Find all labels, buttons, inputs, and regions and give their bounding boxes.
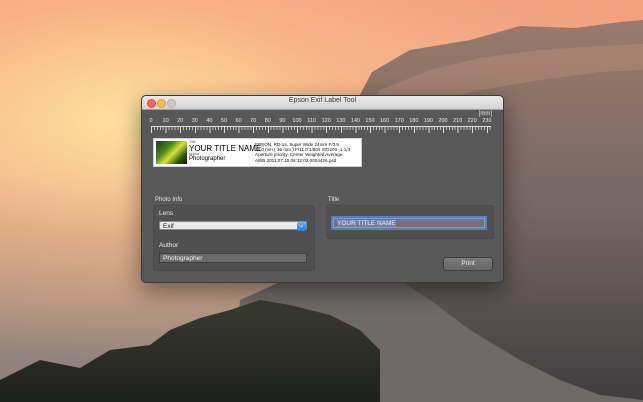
ruler-label: 100	[292, 118, 302, 124]
ruler-label: 230	[482, 118, 492, 124]
lens-select[interactable]: Exif ⌄	[159, 221, 307, 231]
lens-label: Lens	[159, 210, 174, 217]
photo-info-group-label: Photo Info	[155, 197, 183, 203]
lens-select-value: Exif	[163, 223, 174, 230]
ruler-label: 210	[453, 118, 463, 124]
app-window: Epson Exif Label Tool [mm] 0 10 20 30 40…	[141, 95, 504, 283]
ruler-labels: 0 10 20 30 40 50 60 70 80 90 100 110 120…	[149, 118, 492, 126]
ruler-label: 220	[467, 118, 477, 124]
ruler-label: 170	[394, 118, 404, 124]
ruler-label: 190	[423, 118, 433, 124]
ruler-ticks	[151, 126, 491, 133]
author-field[interactable]: Photographer	[159, 253, 307, 263]
ruler-label: 200	[438, 118, 448, 124]
ruler-label: 130	[336, 118, 346, 124]
ruler-label: 60	[235, 118, 242, 124]
preview-author: Photographer	[189, 156, 226, 162]
ruler-label: 150	[365, 118, 375, 124]
ruler-label: 70	[250, 118, 257, 124]
ruler-label: 110	[307, 118, 316, 124]
ruler-label: 0	[149, 118, 153, 124]
ruler-label: 10	[162, 118, 169, 124]
ruler-label: 80	[264, 118, 271, 124]
label-preview: Title YOUR TITLE NAME Author Photographe…	[153, 138, 362, 167]
exif-line: AWB 2011:07:16 06:12:02 0004426.psd	[255, 157, 337, 163]
title-group-label: Title	[328, 197, 340, 203]
ruler-unit: [mm]	[478, 111, 492, 117]
photo-thumbnail	[156, 141, 187, 164]
ruler-label: 30	[191, 118, 198, 124]
chevron-updown-icon: ⌄	[297, 222, 306, 231]
preview-exif-info: EPSON, RD-1s, Super Wide 24mm F/3.5 24.0…	[255, 142, 350, 163]
ruler-label: 90	[279, 118, 286, 124]
title-bar[interactable]: Epson Exif Label Tool	[142, 96, 503, 110]
ruler-label: 180	[409, 118, 419, 124]
title-panel: YOUR TITLE NAME	[326, 205, 494, 239]
ruler-label: 120	[321, 118, 331, 124]
photo-info-panel: Lens Exif ⌄ Author Photographer	[153, 205, 315, 271]
window-title: Epson Exif Label Tool	[288, 97, 357, 104]
print-button[interactable]: Print	[443, 257, 493, 271]
ruler-label: 140	[350, 118, 360, 124]
author-label: Author	[159, 242, 179, 249]
exif-line: Aperture priority, Center Weighted Avera…	[255, 152, 343, 158]
ruler-label: 20	[177, 118, 184, 124]
title-field-value: YOUR TITLE NAME	[337, 220, 396, 227]
ruler-label: 160	[380, 118, 390, 124]
title-field[interactable]: YOUR TITLE NAME	[333, 218, 485, 228]
ruler-label: 50	[220, 118, 228, 124]
ruler-label: 40	[206, 118, 213, 124]
